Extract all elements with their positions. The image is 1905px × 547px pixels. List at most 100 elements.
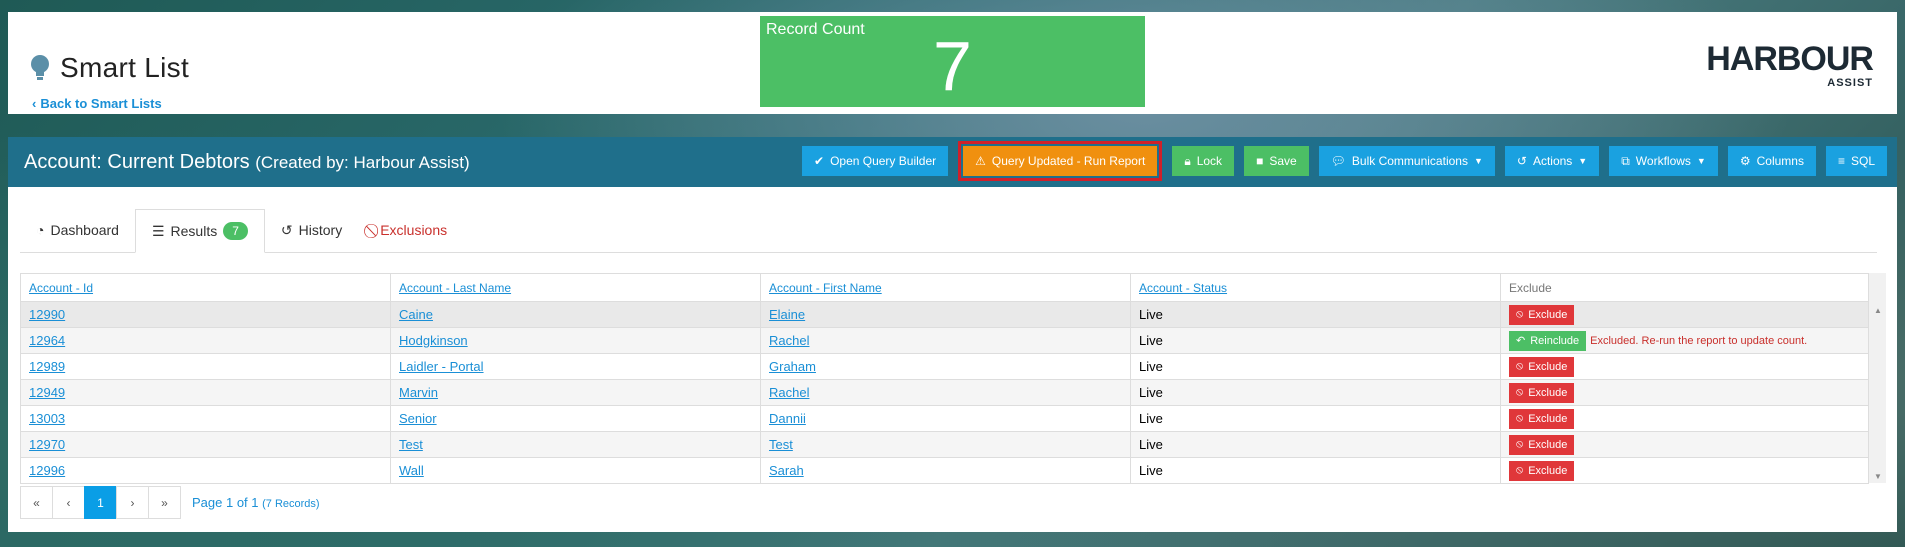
ban-icon: ⦸	[1516, 438, 1524, 450]
account-id-link[interactable]: 12964	[29, 333, 65, 348]
results-grid: Account - Id Account - Last Name Account…	[20, 273, 1888, 484]
tab-history[interactable]: ↺ History	[265, 208, 358, 252]
caret-down-icon: ▼	[1473, 156, 1483, 166]
save-button[interactable]: ■ Save	[1244, 146, 1309, 176]
workflows-label: Workflows	[1635, 154, 1691, 168]
status-cell: Live	[1130, 301, 1501, 328]
back-link-label: Back to Smart Lists	[40, 96, 162, 111]
report-card: Account: Current Debtors (Created by: Ha…	[8, 137, 1897, 532]
save-label: Save	[1269, 154, 1297, 168]
sql-button[interactable]: ≡ SQL	[1825, 146, 1887, 176]
actions-button[interactable]: ↺ Actions ▼	[1504, 146, 1600, 176]
exclude-label: Exclude	[1528, 438, 1568, 451]
status-cell: Live	[1130, 379, 1501, 406]
page-title: Smart List	[30, 52, 189, 84]
ban-icon: ⦸	[1516, 308, 1524, 320]
page-info-text: Page 1 of 1	[192, 495, 259, 510]
list-icon: ☰	[151, 222, 165, 239]
first-name-link[interactable]: Dannii	[769, 411, 806, 426]
record-count-box: Record Count 7	[760, 16, 1145, 107]
status-cell: Live	[1130, 327, 1501, 354]
ban-icon: ⦸	[1516, 386, 1524, 398]
first-name-link[interactable]: Test	[769, 437, 793, 452]
reinclude-button[interactable]: ↶ Reinclude	[1509, 330, 1587, 351]
tab-dashboard[interactable]: ◔ Dashboard	[20, 208, 135, 252]
check-icon: ✔	[814, 154, 825, 168]
logo-main: HARBOUR	[1706, 40, 1874, 78]
last-name-link[interactable]: Laidler - Portal	[399, 359, 484, 374]
table-row: 12949 Marvin Rachel Live ⦸ Exclude	[20, 379, 1869, 406]
last-name-link[interactable]: Test	[399, 437, 423, 452]
workflows-button[interactable]: ⧉ Workflows ▼	[1609, 146, 1718, 176]
last-name-link[interactable]: Marvin	[399, 385, 438, 400]
account-id-link[interactable]: 12949	[29, 385, 65, 400]
last-name-link[interactable]: Caine	[399, 307, 433, 322]
exclude-button[interactable]: ⦸ Exclude	[1509, 304, 1575, 325]
account-id-link[interactable]: 12970	[29, 437, 65, 452]
column-header-first-name[interactable]: Account - First Name	[760, 273, 1131, 302]
exclude-button[interactable]: ⦸ Exclude	[1509, 408, 1575, 429]
lock-label: Lock	[1196, 154, 1223, 168]
harbour-assist-logo: HARBOUR ASSIST	[1706, 40, 1874, 89]
first-name-link[interactable]: Rachel	[769, 385, 809, 400]
first-name-link[interactable]: Sarah	[769, 463, 804, 478]
report-title: Account: Current Debtors (Created by: Ha…	[24, 151, 470, 174]
prev-page-button[interactable]: ‹	[52, 486, 85, 519]
tab-exclusions[interactable]: ⃠ Exclusions	[358, 208, 463, 252]
pager-info: Page 1 of 1 (7 Records)	[192, 495, 320, 510]
caret-down-icon: ▼	[1696, 156, 1706, 166]
column-header-exclude: Exclude	[1500, 273, 1869, 302]
exclude-button[interactable]: ⦸ Exclude	[1509, 460, 1575, 481]
table-row: 12970 Test Test Live ⦸ Exclude	[20, 431, 1869, 458]
account-id-link[interactable]: 12989	[29, 359, 65, 374]
first-name-link[interactable]: Elaine	[769, 307, 805, 322]
page-1-button[interactable]: 1	[84, 486, 117, 519]
page-title-text: Smart List	[60, 52, 190, 83]
last-name-link[interactable]: Hodgkinson	[399, 333, 468, 348]
next-page-button[interactable]: ›	[116, 486, 149, 519]
lock-button[interactable]: 🔒︎ Lock	[1172, 146, 1235, 176]
tab-results[interactable]: ☰ Results 7	[134, 209, 265, 253]
actions-icon: ↺	[1516, 154, 1527, 168]
open-query-builder-button[interactable]: ✔ Open Query Builder	[802, 146, 949, 176]
logo-sub: ASSIST	[1827, 77, 1873, 89]
run-report-button[interactable]: ⚠ Query Updated - Run Report	[963, 146, 1158, 176]
last-name-link[interactable]: Senior	[399, 411, 437, 426]
first-name-link[interactable]: Graham	[769, 359, 816, 374]
report-title-text: Account: Current Debtors	[24, 150, 250, 173]
header-card: Smart List ‹ Back to Smart Lists Record …	[8, 12, 1897, 114]
columns-button[interactable]: ⚙ Columns	[1727, 146, 1816, 176]
exclude-button[interactable]: ⦸ Exclude	[1509, 434, 1575, 455]
bulk-label: Bulk Communications	[1351, 154, 1468, 168]
report-toolbar: ✔ Open Query Builder ⚠ Query Updated - R…	[802, 141, 1887, 181]
lightbulb-icon	[30, 54, 50, 82]
exclude-label: Exclude	[1528, 360, 1568, 373]
bulk-communications-button[interactable]: 💬︎ Bulk Communications ▼	[1318, 146, 1495, 176]
exclude-button[interactable]: ⦸ Exclude	[1509, 382, 1575, 403]
ban-icon: ⦸	[1516, 464, 1524, 476]
first-name-link[interactable]: Rachel	[769, 333, 809, 348]
last-name-link[interactable]: Wall	[399, 463, 424, 478]
status-cell: Live	[1130, 457, 1501, 484]
first-page-button[interactable]: «	[20, 486, 53, 519]
account-id-link[interactable]: 13003	[29, 411, 65, 426]
column-header-account-id[interactable]: Account - Id	[20, 273, 391, 302]
lock-icon: 🔒︎	[1184, 153, 1191, 168]
query-updated-highlight: ⚠ Query Updated - Run Report	[958, 141, 1163, 181]
last-page-button[interactable]: »	[148, 486, 181, 519]
tab-exclusions-label: Exclusions	[380, 222, 448, 238]
account-id-link[interactable]: 12990	[29, 307, 65, 322]
floppy-icon: ■	[1256, 154, 1264, 168]
column-header-status[interactable]: Account - Status	[1130, 273, 1501, 302]
table-scrollbar[interactable]: ▲ ▼	[1868, 273, 1886, 483]
back-to-smart-lists-link[interactable]: ‹ Back to Smart Lists	[32, 96, 162, 111]
dashboard-icon: ◔	[36, 222, 45, 238]
sql-label: SQL	[1850, 154, 1875, 168]
scroll-down-icon[interactable]: ▼	[1874, 472, 1882, 481]
tab-results-label: Results	[170, 223, 218, 239]
scroll-up-icon[interactable]: ▲	[1874, 306, 1882, 315]
account-id-link[interactable]: 12996	[29, 463, 65, 478]
table-row: 12990 Caine Elaine Live ⦸ Exclude	[20, 301, 1869, 328]
column-header-last-name[interactable]: Account - Last Name	[390, 273, 761, 302]
exclude-button[interactable]: ⦸ Exclude	[1509, 356, 1575, 377]
